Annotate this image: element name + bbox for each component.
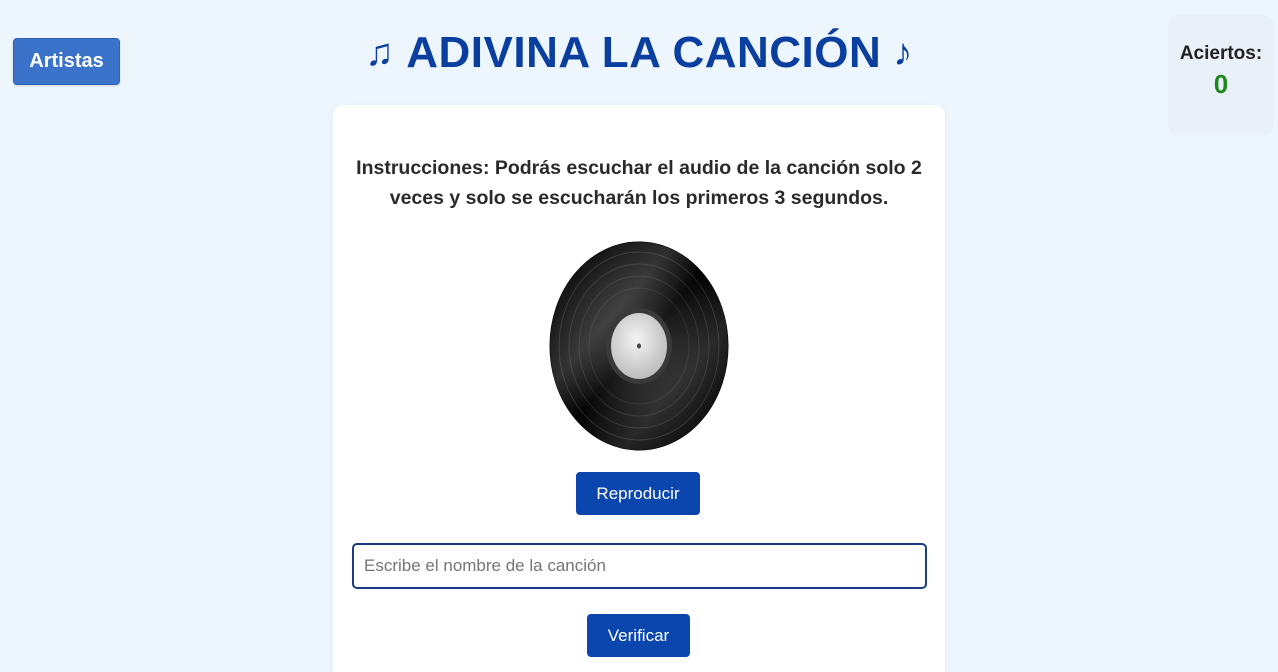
score-label: Aciertos: — [1179, 43, 1263, 64]
game-card: Instrucciones: Podrás escuchar el audio … — [333, 105, 945, 672]
page-title-text: ADIVINA LA CANCIÓN — [406, 28, 882, 77]
music-note-icon: ♫ — [365, 31, 395, 74]
music-note-icon: ♪ — [893, 31, 913, 74]
page: Artistas ♫ ADIVINA LA CANCIÓN ♪ Aciertos… — [0, 0, 1278, 672]
score-panel: Aciertos: 0 — [1168, 15, 1274, 135]
page-title: ♫ ADIVINA LA CANCIÓN ♪ — [0, 28, 1278, 78]
verify-button[interactable]: Verificar — [587, 614, 690, 657]
song-name-input[interactable] — [352, 543, 927, 589]
vinyl-record-icon — [548, 240, 730, 452]
score-value: 0 — [1213, 69, 1229, 99]
instructions-text: Instrucciones: Podrás escuchar el audio … — [356, 157, 922, 209]
play-button[interactable]: Reproducir — [576, 472, 700, 515]
